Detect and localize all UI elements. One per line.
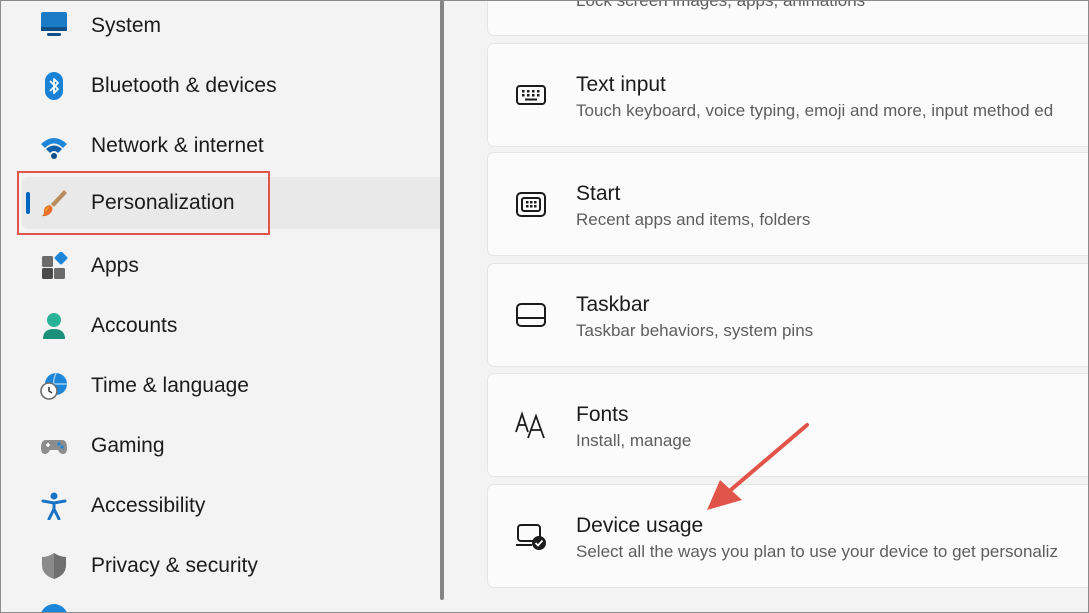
card-description: Recent apps and items, folders bbox=[576, 210, 811, 229]
globe-clock-icon bbox=[40, 372, 68, 400]
sidebar-item-personalization[interactable]: Personalization bbox=[22, 177, 442, 229]
start-icon bbox=[514, 189, 548, 219]
card-description: Taskbar behaviors, system pins bbox=[576, 321, 814, 340]
card-description: Install, manage bbox=[576, 431, 692, 450]
card-title: Taskbar bbox=[576, 293, 650, 316]
sidebar-item-gaming[interactable]: Gaming bbox=[22, 420, 442, 472]
apps-icon bbox=[40, 252, 68, 280]
paintbrush-icon bbox=[40, 189, 68, 217]
sidebar-item-bluetooth[interactable]: Bluetooth & devices bbox=[22, 60, 442, 112]
card-title: Text input bbox=[576, 73, 666, 96]
bluetooth-icon bbox=[40, 72, 68, 100]
sidebar-item-label: Accessibility bbox=[91, 494, 206, 517]
sidebar-item-network[interactable]: Network & internet bbox=[22, 120, 442, 172]
settings-card-start[interactable]: Start Recent apps and items, folders bbox=[487, 152, 1089, 256]
keyboard-icon bbox=[514, 80, 548, 110]
selection-indicator bbox=[26, 192, 30, 214]
sidebar-item-time-language[interactable]: Time & language bbox=[22, 360, 442, 412]
sidebar-item-label: Gaming bbox=[91, 434, 165, 457]
card-description: Select all the ways you plan to use your… bbox=[576, 542, 1058, 561]
sidebar-nav: System Bluetooth & devices Network & int… bbox=[0, 0, 444, 613]
taskbar-icon bbox=[514, 300, 548, 330]
sidebar-item-label: Personalization bbox=[91, 191, 235, 214]
card-title: Start bbox=[576, 182, 621, 205]
sidebar-item-label: Time & language bbox=[91, 374, 249, 397]
shield-icon bbox=[40, 552, 68, 580]
card-description: Lock screen images, apps, animations bbox=[576, 0, 866, 10]
monitor-icon bbox=[40, 12, 68, 40]
sidebar-item-label: Bluetooth & devices bbox=[91, 74, 277, 97]
card-title: Device usage bbox=[576, 514, 704, 537]
fonts-icon bbox=[514, 410, 548, 440]
card-description: Touch keyboard, voice typing, emoji and … bbox=[576, 101, 1054, 120]
sidebar-item-label: Accounts bbox=[91, 314, 178, 337]
settings-card-fonts[interactable]: Fonts Install, manage bbox=[487, 373, 1089, 477]
settings-card-text-input[interactable]: Text input Touch keyboard, voice typing,… bbox=[487, 43, 1089, 147]
card-title: Fonts bbox=[576, 403, 629, 426]
sidebar-item-accessibility[interactable]: Accessibility bbox=[22, 480, 442, 532]
accessibility-icon bbox=[40, 492, 68, 520]
settings-card-device-usage[interactable]: Device usage Select all the ways you pla… bbox=[487, 484, 1089, 588]
sidebar-item-accounts[interactable]: Accounts bbox=[22, 300, 442, 352]
sidebar-item-label: Apps bbox=[91, 254, 139, 277]
partial-nav-icon bbox=[40, 604, 68, 613]
gamepad-icon bbox=[40, 432, 68, 460]
personalization-settings-list: Lock screen images, apps, animations Tex… bbox=[444, 0, 1089, 613]
sidebar-item-apps[interactable]: Apps bbox=[22, 240, 442, 292]
sidebar-item-system[interactable]: System bbox=[22, 0, 442, 52]
sidebar-item-privacy-security[interactable]: Privacy & security bbox=[22, 540, 442, 592]
device-usage-icon bbox=[514, 521, 548, 551]
person-icon bbox=[40, 312, 68, 340]
settings-card-taskbar[interactable]: Taskbar Taskbar behaviors, system pins bbox=[487, 263, 1089, 367]
settings-card-lock-screen[interactable]: Lock screen images, apps, animations bbox=[487, 0, 1089, 36]
sidebar-item-label: Privacy & security bbox=[91, 554, 258, 577]
wifi-icon bbox=[40, 132, 68, 160]
sidebar-item-label: System bbox=[91, 14, 162, 37]
sidebar-item-label: Network & internet bbox=[91, 134, 264, 157]
